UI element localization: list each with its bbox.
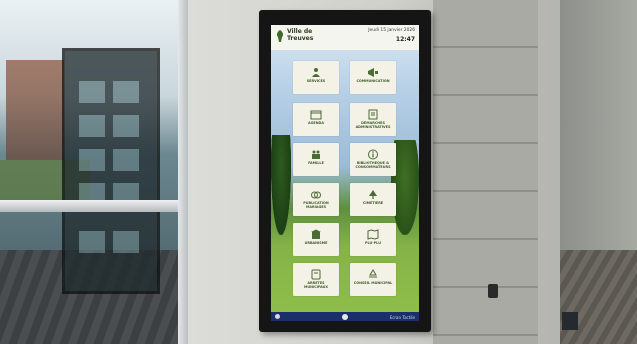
menu-tile-label: Cimetiere [362,201,384,205]
menu-tiles: Services Communication Agenda Demarches adm… [271,25,419,321]
menu-tile-2[interactable]: Communication [350,61,396,94]
menu-tile-7[interactable]: Publication mariages [293,183,339,216]
reflection-tile [113,115,139,137]
menu-tile-label: Communication [356,79,390,83]
menu-tile-label: Conseil municipal [353,281,393,285]
menu-tile-label: Agenda [308,121,324,125]
glass-window [0,0,188,344]
building-icon [311,229,321,239]
reflection-tile [79,115,105,137]
home-icon[interactable] [342,314,348,320]
accessibility-icon[interactable] [275,314,280,319]
wall-socket [488,284,498,298]
kiosk-footer: Ecran Tactile [271,312,419,321]
kiosk-screen: Ville de Treuves Jeudi 15 janvier 2026 1… [271,25,419,321]
footer-label: Ecran Tactile [389,315,415,320]
info-icon [368,149,378,160]
calendar-icon [310,110,322,120]
window-frame-horizontal [0,200,188,212]
menu-tile-10[interactable]: Plu-Plu [350,223,396,256]
people-icon [312,68,320,77]
menu-tile-1[interactable]: Services [293,61,339,94]
reflection-tile [79,81,105,103]
family-icon [312,150,320,159]
rings-icon [311,191,321,199]
tree-icon [369,190,377,199]
reflection-house [6,60,64,160]
menu-tile-label: Publication mariages [303,201,329,209]
photo-scene: Ville de Treuves Jeudi 15 janvier 2026 1… [0,0,637,344]
reflection-tile [113,81,139,103]
menu-tile-label: Plu-Plu [365,241,381,245]
menu-tile-12[interactable]: Conseil municipal [350,263,396,296]
window-frame-vertical [178,0,188,344]
menu-tile-8[interactable]: Cimetiere [350,183,396,216]
touch-kiosk: Ville de Treuves Jeudi 15 janvier 2026 1… [259,10,431,332]
stone-column [433,0,538,344]
document-icon [368,109,378,120]
menu-tile-label: Urbanisme [304,241,328,245]
drain-grate [562,312,578,330]
kiosk-reflection [62,48,160,294]
reflection-tile [79,149,105,171]
menu-tile-label: Bibliotheque & consommateurs [355,161,391,169]
menu-tile-3[interactable]: Agenda [293,103,339,136]
menu-tile-9[interactable]: Urbanisme [293,223,339,256]
recycle-icon [369,269,377,278]
reflection-tile [113,231,139,253]
reflection-tile [113,149,139,171]
menu-tile-5[interactable]: Famille [293,143,339,176]
scroll-icon [311,269,321,280]
menu-tile-11[interactable]: Arretes municipaux [293,263,339,296]
map-icon [367,229,379,240]
menu-tile-label: Arretes municipaux [303,281,329,289]
menu-tile-label: Famille [308,161,324,165]
menu-tile-label: Demarches administratives [355,121,391,129]
megaphone-icon [368,68,378,77]
menu-tile-label: Services [306,79,326,83]
menu-tile-4[interactable]: Demarches administratives [350,103,396,136]
reflection-tile [79,231,105,253]
menu-tile-6[interactable]: Bibliotheque & consommateurs [350,143,396,176]
